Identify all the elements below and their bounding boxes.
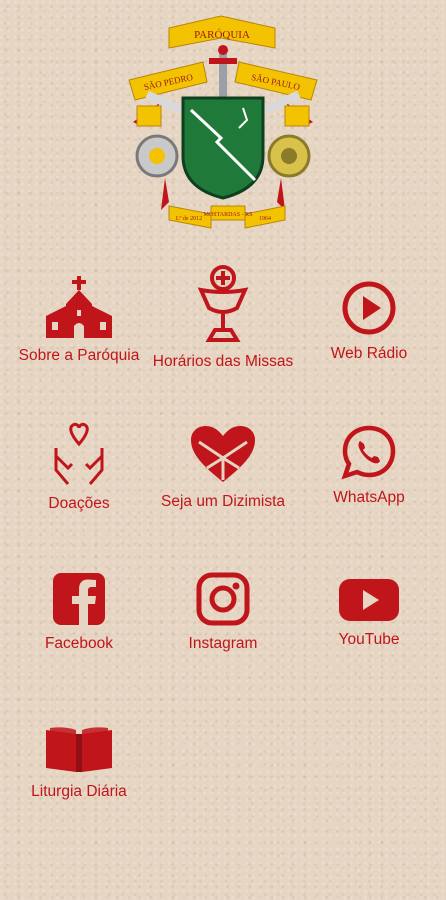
menu-item-facebook[interactable]: Facebook xyxy=(5,572,153,653)
menu-item-sobre-a-paroquia[interactable]: Sobre a Paróquia xyxy=(5,276,153,365)
menu-label: Sobre a Paróquia xyxy=(18,347,140,364)
bible-icon xyxy=(46,727,112,772)
menu-item-web-radio[interactable]: Web Rádio xyxy=(295,280,443,363)
svg-text:1964: 1964 xyxy=(259,216,271,222)
play-circle-icon xyxy=(342,281,396,335)
svg-text:Lº de 2012: Lº de 2012 xyxy=(176,216,202,222)
whatsapp-icon xyxy=(341,425,396,480)
menu-item-youtube[interactable]: YouTube xyxy=(295,578,443,649)
menu-item-horarios-das-missas[interactable]: Horários das Missas xyxy=(149,264,297,371)
chalice-icon xyxy=(197,265,249,342)
menu-item-doacoes[interactable]: Doações xyxy=(5,422,153,513)
menu-item-instagram[interactable]: Instagram xyxy=(149,572,297,653)
menu-label: Doações xyxy=(48,495,110,512)
menu-item-whatsapp[interactable]: WhatsApp xyxy=(295,424,443,507)
heart-hands-icon xyxy=(54,422,104,485)
menu-item-seja-um-dizimista[interactable]: Seja um Dizimista xyxy=(149,424,297,511)
menu-label: Instagram xyxy=(188,635,258,652)
menu-label: Horários das Missas xyxy=(152,353,294,370)
youtube-icon xyxy=(339,579,399,621)
svg-text:MOSTARDAS - RS: MOSTARDAS - RS xyxy=(204,212,253,218)
menu-label: YouTube xyxy=(338,631,400,648)
menu-item-liturgia-diaria[interactable]: Liturgia Diária xyxy=(5,724,153,801)
menu-label: WhatsApp xyxy=(333,489,405,506)
svg-text:PARÓQUIA: PARÓQUIA xyxy=(194,29,250,41)
menu-label: Facebook xyxy=(44,635,114,652)
facebook-icon xyxy=(53,573,105,626)
heart-icon xyxy=(191,426,255,482)
parish-crest-logo: PARÓQUIA SÃO PEDRO SÃO PAULO Lº de 2012 … xyxy=(125,10,321,232)
instagram-icon xyxy=(196,572,250,626)
menu-label: Seja um Dizimista xyxy=(160,493,286,510)
menu-label: Web Rádio xyxy=(330,345,408,362)
church-icon xyxy=(46,276,112,338)
menu-label: Liturgia Diária xyxy=(31,783,127,800)
